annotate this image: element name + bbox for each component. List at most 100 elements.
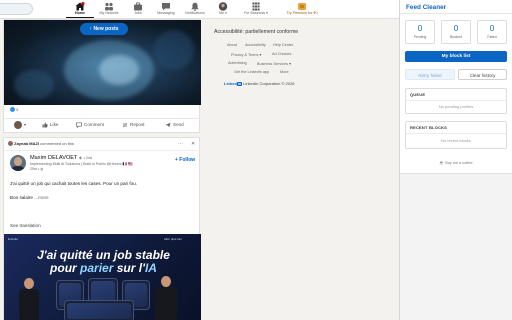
commenter-name[interactable]: Zaynab MAZI	[14, 141, 39, 146]
like-button[interactable]: Like	[42, 122, 58, 128]
queue-section: QUEUE No pending profiles	[405, 88, 507, 114]
verified-icon: ◈	[78, 155, 82, 160]
globe-icon: ◍	[40, 167, 44, 171]
post-banner-image[interactable]: Ensuite Aller plus loin J'ai quitté un j…	[4, 234, 201, 320]
nav-try-premium[interactable]: Try Premium for ₹0	[282, 1, 322, 18]
reactions-summary[interactable]: 5	[10, 107, 18, 113]
see-translation-link[interactable]: See translation	[10, 223, 41, 228]
banner-headline-line2: pour parier sur l'IA	[16, 261, 191, 275]
nav-for-business-label: For Business ▾	[244, 11, 268, 15]
buy-me-a-coffee-link[interactable]: ☕ Buy me a coffee	[405, 160, 507, 165]
actor-switch-chevron-icon[interactable]: ▾	[24, 122, 26, 127]
see-more-link[interactable]: ...more	[34, 195, 48, 200]
recent-blocks-section: RECENT BLOCKS No recent blocks	[405, 121, 507, 149]
banner-tag-right: Aller plus loin	[164, 237, 182, 241]
footer-link-more[interactable]: More	[280, 70, 289, 74]
footer-link-about[interactable]: About	[227, 43, 237, 47]
nav-for-business[interactable]: For Business ▾	[242, 1, 270, 18]
linkedin-logo-in: in	[236, 82, 243, 86]
repost-label: Repost	[130, 122, 145, 128]
grid-icon	[252, 2, 260, 11]
post-actions-bar: ▾ Like Comment Repost Send	[4, 118, 201, 132]
close-icon[interactable]: ✕	[191, 141, 195, 147]
nav-my-network[interactable]: My Network	[95, 1, 123, 18]
search-input[interactable]	[0, 3, 33, 15]
nav-home[interactable]: Home	[66, 1, 94, 18]
banner-line2-c: sur l'	[113, 261, 145, 275]
top-navigation-bar: Home My Network Jobs Messaging Notificat…	[0, 0, 399, 19]
nav-notifications-label: Notifications	[185, 11, 205, 15]
right-rail-footer: Accessibilité: partiellement conforme Ab…	[204, 19, 394, 99]
nav-jobs[interactable]: Jobs	[124, 1, 152, 18]
repost-button[interactable]: Repost	[122, 122, 145, 128]
premium-icon	[298, 3, 306, 10]
banner-line2-a: pour	[50, 261, 81, 275]
feed-cleaner-panel: Feed Cleaner 0 Pending 0 Blocked 0 Faile…	[399, 0, 512, 320]
nav-home-label: Home	[75, 11, 85, 15]
comment-button[interactable]: Comment	[76, 122, 104, 128]
stat-pending: 0 Pending	[405, 20, 435, 44]
footer-link-help-center[interactable]: Help Center	[273, 43, 293, 47]
post-card-1: ↑ New posts 5 ▾ Like Comment Repost Send	[3, 19, 201, 133]
post-image: ↑ New posts	[4, 20, 201, 105]
thumbs-up-icon	[42, 122, 48, 128]
stat-blocked: 0 Blocked	[441, 20, 471, 44]
recent-blocks-title: RECENT BLOCKS	[410, 125, 448, 130]
accessibility-statement[interactable]: Accessibilité: partiellement conforme	[214, 29, 298, 35]
briefcase-icon	[134, 2, 142, 11]
post-text-line2-text: Bon salaire	[10, 195, 33, 200]
nav-jobs-label: Jobs	[134, 11, 142, 15]
more-options-icon[interactable]: ···	[178, 141, 183, 147]
banner-card-4	[64, 300, 134, 320]
banner-tag-left: Ensuite	[8, 237, 19, 241]
like-label: Like	[50, 122, 59, 128]
new-posts-label: New posts	[93, 26, 119, 32]
footer-link-ad-choices[interactable]: Ad Choices	[272, 52, 291, 56]
nav-me-label: Me ▾	[219, 11, 227, 15]
clear-history-button[interactable]: Clear history	[458, 69, 507, 80]
author-name-line[interactable]: Maxim DELAVOET ◈ • 2nd	[30, 155, 92, 161]
author-degree: • 2nd	[83, 156, 92, 160]
post-time: 25m • ◍	[30, 167, 43, 171]
follow-button[interactable]: + Follow	[175, 157, 195, 163]
retry-failed-button[interactable]: Retry failed	[405, 69, 455, 80]
nav-notifications[interactable]: Notifications	[181, 1, 209, 18]
stat-pending-value: 0	[417, 24, 423, 33]
footer-link-get-app[interactable]: Get the LinkedIn app	[234, 70, 269, 74]
linkedin-copyright: Linkedin LinkedIn Corporation © 2026	[224, 81, 294, 86]
actor-avatar[interactable]	[14, 121, 22, 129]
footer-link-accessibility[interactable]: Accessibility	[245, 43, 266, 47]
recent-blocks-empty-text: No recent blocks	[441, 138, 471, 143]
banner-headline-line1: J'ai quitté un job stable	[37, 248, 170, 262]
footer-link-privacy-terms[interactable]: Privacy & Terms ▾	[231, 52, 261, 57]
stat-blocked-label: Blocked	[449, 35, 463, 39]
home-icon	[75, 2, 85, 11]
nav-messaging[interactable]: Messaging	[152, 1, 180, 18]
nav-try-premium-label: Try Premium for ₹0	[286, 11, 318, 15]
banner-person-left	[18, 278, 40, 320]
bell-icon	[191, 2, 199, 11]
commenter-action: commented on this	[40, 141, 74, 146]
stat-failed-label: Failed	[487, 35, 497, 39]
banner-line2-d: IA	[144, 261, 157, 275]
nav-my-network-label: My Network	[99, 11, 119, 15]
nav-me[interactable]: Me ▾	[209, 1, 237, 18]
linkedin-logo-text: Linked	[224, 81, 237, 86]
nav-messaging-label: Messaging	[157, 11, 175, 15]
comment-label: Comment	[84, 122, 104, 128]
comment-icon	[76, 122, 82, 128]
send-button[interactable]: Send	[165, 122, 184, 128]
panel-divider	[400, 13, 512, 14]
feed-cleaner-content: Feed Cleaner 0 Pending 0 Blocked 0 Faile…	[400, 0, 512, 174]
author-subtitle: Implementing Multi AI Solutions | Build …	[30, 162, 133, 166]
post-text-line1: J'ai quitté un job qui cachait toutes le…	[10, 181, 138, 186]
footer-link-advertising[interactable]: Advertising	[228, 61, 247, 65]
avatar	[218, 2, 228, 11]
my-block-list-button[interactable]: My block list	[405, 51, 507, 62]
footer-link-business-services[interactable]: Business Services ▾	[257, 61, 291, 66]
new-posts-button[interactable]: ↑ New posts	[80, 23, 128, 35]
commenter-avatar	[8, 141, 13, 147]
author-avatar[interactable]	[10, 155, 26, 171]
stat-blocked-value: 0	[453, 24, 459, 33]
post-card-2: Zaynab MAZI commented on this ··· ✕ Maxi…	[3, 137, 201, 320]
